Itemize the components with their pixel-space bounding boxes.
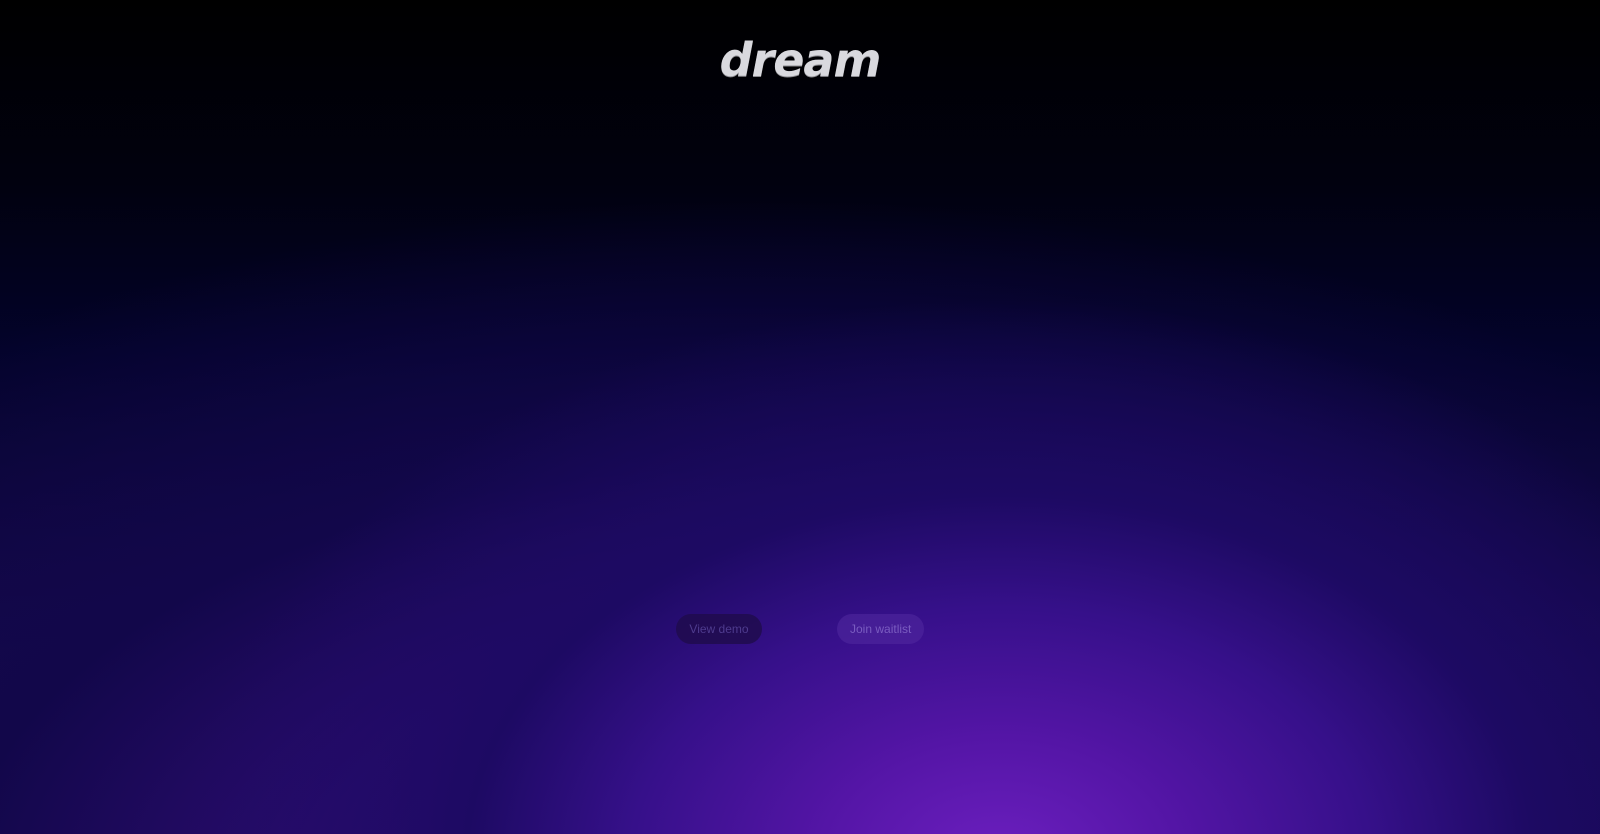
brand-logo: dream [719, 33, 882, 87]
cta-button-group: View demo Join waitlist [676, 614, 924, 644]
join-waitlist-button[interactable]: Join waitlist [837, 614, 924, 644]
landing-page: dream View demo Join waitlist [0, 0, 1600, 834]
view-demo-button[interactable]: View demo [676, 614, 762, 644]
